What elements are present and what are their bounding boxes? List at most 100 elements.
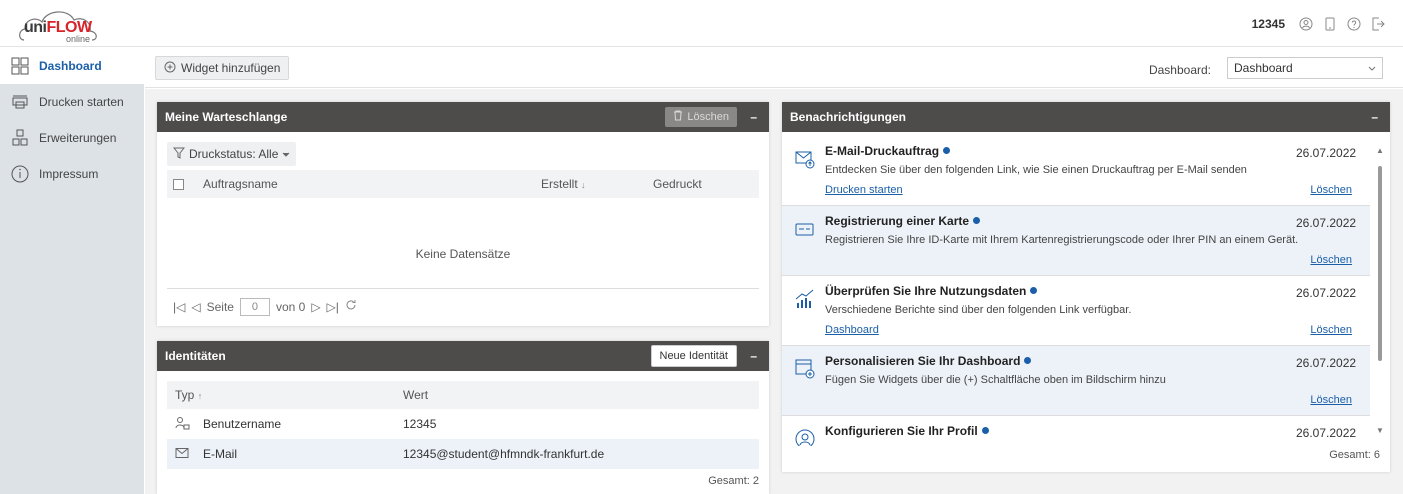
unread-dot (1030, 287, 1038, 294)
notification-description: Entdecken Sie über den folgenden Link, w… (825, 164, 1247, 176)
notification-delete-link[interactable]: Löschen (1310, 324, 1352, 336)
notification-date: 26.07.2022 (1296, 146, 1357, 160)
uniflow-logo[interactable]: uniFLOW online (16, 4, 100, 44)
sidebar-item-dashboard[interactable]: Dashboard (0, 48, 144, 84)
sidebar-item-extensions[interactable]: Erweiterungen (0, 120, 144, 156)
logo-subtitle: online (66, 34, 91, 44)
refresh-icon[interactable] (345, 299, 357, 314)
dashboard-select[interactable]: Dashboard (1227, 57, 1383, 79)
filter-icon (172, 147, 186, 162)
page-input[interactable]: 0 (239, 297, 270, 316)
sidebar-item-label: Dashboard (39, 59, 102, 73)
notification-title: Überprüfen Sie Ihre Nutzungsdaten (825, 284, 1038, 298)
identities-panel: Identitäten Neue Identität – Typ ↑ Wert … (157, 341, 769, 494)
next-page-icon[interactable]: ▷ (311, 300, 320, 314)
last-page-icon[interactable]: ▷| (327, 300, 339, 314)
chevron-down-icon (1368, 61, 1376, 75)
notification-date: 26.07.2022 (1296, 286, 1357, 300)
printer-icon (10, 92, 30, 112)
notification-item[interactable]: Personalisieren Sie Ihr Dashboard 26.07.… (782, 346, 1370, 416)
page-label: Seite (206, 299, 234, 314)
scrollbar-thumb[interactable] (1378, 166, 1382, 361)
notifications-panel-header: Benachrichtigungen – (782, 102, 1390, 132)
notifications-panel: Benachrichtigungen – E-Mail-Druckauftrag… (782, 102, 1390, 472)
add-widget-icon (794, 358, 816, 380)
help-icon[interactable] (1347, 17, 1361, 31)
profile-icon (794, 428, 816, 446)
notification-title: Personalisieren Sie Ihr Dashboard (825, 354, 1032, 368)
account-icon[interactable] (1299, 17, 1313, 31)
table-row[interactable]: Benutzername 12345 (167, 409, 759, 439)
notification-item[interactable]: Konfigurieren Sie Ihr Profil 26.07.2022 (782, 416, 1370, 446)
dashboard-label: Dashboard: (1148, 63, 1211, 77)
identities-panel-header: Identitäten Neue Identität – (157, 341, 769, 371)
queue-panel: Meine Warteschlange Löschen – Druckstatu… (157, 102, 769, 326)
prev-page-icon[interactable]: ◁ (191, 300, 200, 314)
notification-item[interactable]: E-Mail-Druckauftrag 26.07.2022 Entdecken… (782, 136, 1370, 206)
notification-delete-link[interactable]: Löschen (1310, 394, 1352, 406)
mail-upload-icon (794, 148, 816, 170)
empty-message: Keine Datensätze (415, 247, 511, 261)
logout-icon[interactable] (1371, 17, 1385, 31)
sidebar-item-print[interactable]: Drucken starten (0, 84, 144, 120)
table-row[interactable]: E-Mail 12345@student@hfmndk-frankfurt.de (167, 439, 759, 469)
new-identity-button[interactable]: Neue Identität (650, 345, 737, 367)
identity-value: 12345@student@hfmndk-frankfurt.de (403, 447, 605, 461)
col-value[interactable]: Wert (403, 388, 428, 402)
usage-chart-icon (794, 288, 816, 310)
sidebar-item-label: Drucken starten (39, 95, 124, 109)
queue-delete-label: Löschen (687, 111, 729, 123)
notifications-total: Gesamt: 6 (1329, 449, 1380, 461)
notification-title: E-Mail-Druckauftrag (825, 144, 951, 158)
pager: |◁ ◁ Seite 0 von 0 ▷ ▷| (167, 288, 759, 324)
minimize-icon[interactable]: – (750, 110, 757, 124)
col-printed[interactable]: Gedruckt (653, 177, 702, 191)
notification-delete-link[interactable]: Löschen (1310, 184, 1352, 196)
notifications-list: E-Mail-Druckauftrag 26.07.2022 Entdecken… (782, 136, 1376, 446)
notification-delete-link[interactable]: Löschen (1310, 254, 1352, 266)
identity-value: 12345 (403, 417, 437, 431)
user-id[interactable]: 12345 (1252, 17, 1285, 31)
unread-dot (943, 147, 951, 154)
notification-description: Registrieren Sie Ihre ID-Karte mit Ihrem… (825, 234, 1299, 246)
notification-date: 26.07.2022 (1296, 216, 1357, 230)
minimize-icon[interactable]: – (1371, 110, 1378, 124)
queue-title: Meine Warteschlange (165, 110, 288, 124)
add-widget-button[interactable]: Widget hinzufügen (155, 56, 290, 80)
toolbar: Widget hinzufügen Dashboard: Dashboard (145, 48, 1403, 88)
queue-panel-header: Meine Warteschlange Löschen – (157, 102, 769, 132)
unread-dot (973, 217, 981, 224)
notification-item[interactable]: Registrierung einer Karte 26.07.2022 Reg… (782, 206, 1370, 276)
notifications-title: Benachrichtigungen (790, 110, 907, 124)
top-bar: uniFLOW online 12345 (0, 0, 1403, 47)
col-type[interactable]: Typ ↑ (175, 388, 202, 402)
phone-icon[interactable] (1323, 17, 1337, 31)
notification-item[interactable]: Überprüfen Sie Ihre Nutzungsdaten 26.07.… (782, 276, 1370, 346)
sidebar-item-imprint[interactable]: Impressum (0, 156, 144, 192)
col-job-name[interactable]: Auftragsname (203, 177, 278, 191)
extensions-icon (10, 128, 30, 148)
notification-link[interactable]: Drucken starten (825, 184, 903, 196)
chevron-down-icon (282, 147, 290, 161)
unread-dot (1024, 357, 1032, 364)
top-right-controls: 12345 (1252, 14, 1385, 34)
notification-title: Konfigurieren Sie Ihr Profil (825, 424, 989, 438)
notification-title: Registrierung einer Karte (825, 214, 981, 228)
first-page-icon[interactable]: |◁ (173, 300, 185, 314)
identities-total: Gesamt: 2 (708, 475, 759, 487)
minimize-icon[interactable]: – (750, 349, 757, 363)
sort-desc-icon: ↓ (581, 180, 586, 190)
scroll-up-icon[interactable]: ▲ (1376, 146, 1384, 155)
print-status-filter[interactable]: Druckstatus: Alle (167, 142, 297, 166)
select-all-checkbox[interactable] (173, 178, 184, 190)
notification-description: Verschiedene Berichte sind über den folg… (825, 304, 1132, 316)
scroll-down-icon[interactable]: ▼ (1376, 426, 1384, 435)
queue-delete-button[interactable]: Löschen (665, 107, 737, 127)
notification-link[interactable]: Dashboard (825, 324, 879, 336)
plus-circle-icon (164, 61, 176, 76)
notification-date: 26.07.2022 (1296, 426, 1357, 440)
identity-type: Benutzername (203, 417, 282, 431)
notifications-scrollbar[interactable]: ▲ ▼ (1376, 146, 1384, 436)
user-id-icon (175, 416, 191, 435)
col-created[interactable]: Erstellt ↓ (541, 177, 586, 191)
